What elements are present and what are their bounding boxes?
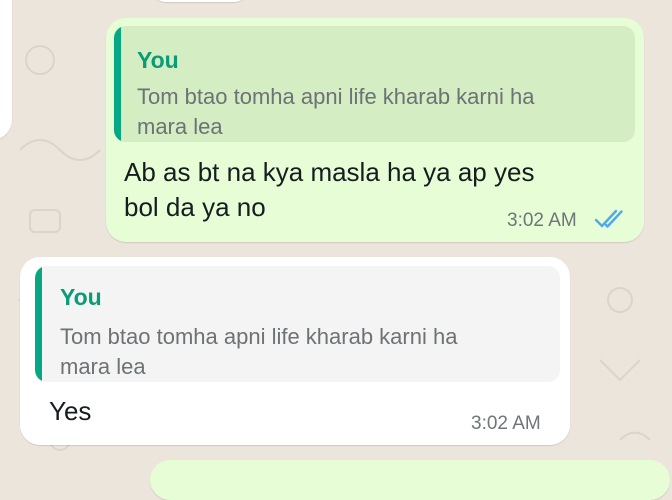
quoted-message[interactable]: You Tom btao tomha apni life kharab karn… [35,266,560,382]
message-text: Yes [49,396,92,426]
message-text: Ab as bt na kya masla ha ya ap yes bol d… [124,157,535,222]
previous-message-bubble-top [150,0,250,2]
quote-text: Tom btao tomha apni life kharab karni ha… [137,84,535,139]
quote-text: Tom btao tomha apni life kharab karni ha… [60,324,458,379]
incoming-message-bubble[interactable]: You Tom btao tomha apni life kharab karn… [20,257,570,445]
message-time: 3:02 AM [507,210,577,231]
quote-sender: You [60,284,102,310]
quote-accent-bar [114,26,121,142]
outgoing-message-bubble[interactable]: You Tom btao tomha apni life kharab karn… [106,18,644,242]
double-check-read-icon [594,209,623,228]
quote-accent-bar [35,266,42,382]
message-time: 3:02 AM [471,413,541,434]
quote-sender: You [137,47,179,73]
quoted-message[interactable]: You Tom btao tomha apni life kharab karn… [114,26,635,142]
previous-message-bubble [0,0,12,140]
next-outgoing-bubble [150,460,670,500]
